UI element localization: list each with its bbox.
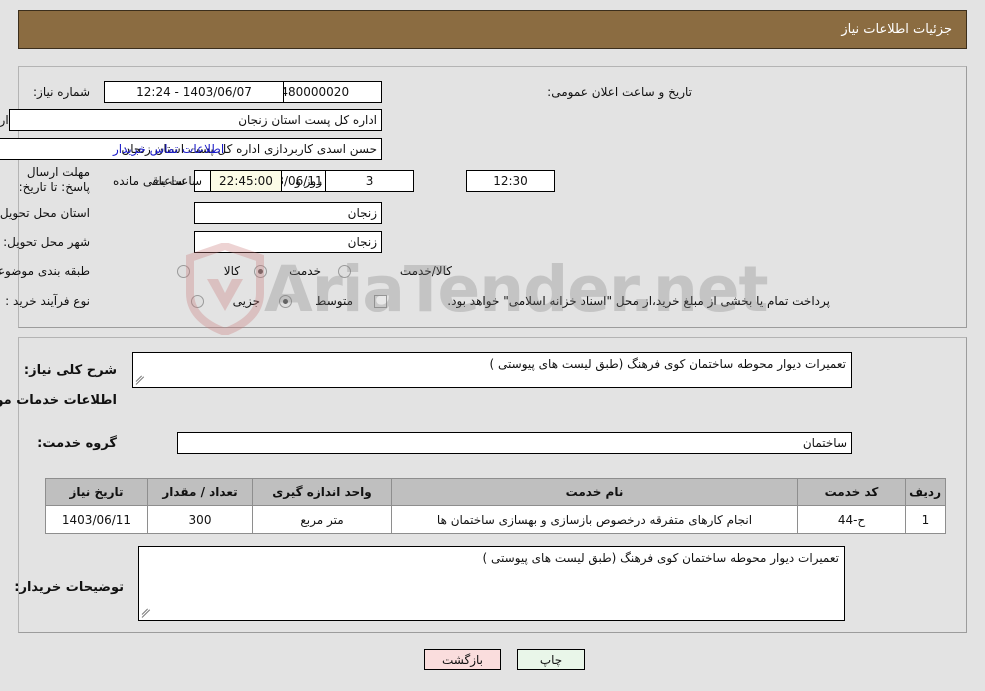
category-radio-kala-khedmat[interactable]: [338, 265, 351, 278]
resize-grip-icon[interactable]: [135, 375, 146, 385]
process-option-motavaset-label: متوسط: [315, 294, 353, 308]
process-radio-jozei[interactable]: [191, 295, 204, 308]
cell-unit: متر مربع: [252, 505, 392, 534]
col-service-name: نام خدمت: [391, 478, 798, 506]
services-section-title: اطلاعات خدمات مورد نیاز: [0, 393, 117, 408]
buyer-notes-label: توضیحات خریدار:: [14, 580, 124, 595]
cell-row-no: 1: [905, 505, 946, 534]
resize-grip-icon[interactable]: [141, 608, 152, 618]
remaining-time-field: 22:45:00: [210, 170, 282, 192]
process-radio-motavaset[interactable]: [279, 295, 292, 308]
col-row-no: ردیف: [905, 478, 946, 506]
category-label: طبقه بندی موضوعی:: [0, 264, 90, 278]
col-unit: واحد اندازه گیری: [252, 478, 392, 506]
col-need-date: تاریخ نیاز: [45, 478, 148, 506]
print-button[interactable]: چاپ: [517, 649, 585, 670]
summary-textarea[interactable]: تعمیرات دیوار محوطه ساختمان کوی فرهنگ (ط…: [132, 352, 852, 388]
category-option-khedmat-label: خدمت: [289, 264, 321, 278]
category-radio-kala[interactable]: [177, 265, 190, 278]
category-option-kala-label: کالا: [223, 264, 240, 278]
need-number-label: شماره نیاز:: [33, 85, 90, 99]
table-row: 1 ح-44 انجام کارهای متفرقه درخصوص بازساز…: [45, 505, 946, 534]
cell-quantity: 300: [147, 505, 253, 534]
category-option-kala-khedmat-label: کالا/خدمت: [399, 264, 452, 278]
col-service-code: کد خدمت: [797, 478, 906, 506]
cell-service-name: انجام کارهای متفرقه درخصوص بازسازی و بهس…: [391, 505, 798, 534]
col-quantity: تعداد / مقدار: [147, 478, 253, 506]
remaining-days-field[interactable]: 3: [325, 170, 414, 192]
deadline-label: مهلت ارسال پاسخ: تا تاریخ:: [18, 165, 90, 194]
summary-text: تعمیرات دیوار محوطه ساختمان کوی فرهنگ (ط…: [489, 357, 846, 371]
province-field[interactable]: زنجان: [194, 202, 382, 224]
remaining-time-label: ساعت باقی مانده: [113, 174, 203, 188]
page-title-bar: جزئیات اطلاعات نیاز: [18, 10, 967, 49]
province-label: استان محل تحویل:: [0, 206, 90, 220]
service-group-label: گروه خدمت:: [37, 436, 117, 451]
remaining-days-label: روز و: [295, 174, 322, 188]
city-label: شهر محل تحویل:: [3, 235, 90, 249]
city-field[interactable]: زنجان: [194, 231, 382, 253]
summary-label: شرح کلی نیاز:: [23, 363, 117, 378]
buyer-org-field[interactable]: اداره کل پست استان زنجان: [9, 109, 382, 131]
buyer-contact-link[interactable]: اطلاعات تماس خریدار: [113, 142, 224, 156]
islamic-treasury-checkbox[interactable]: [374, 295, 387, 308]
category-radio-khedmat[interactable]: [254, 265, 267, 278]
services-table: ردیف کد خدمت نام خدمت واحد اندازه گیری ت…: [45, 478, 946, 534]
announce-datetime-field[interactable]: 1403/06/07 - 12:24: [104, 81, 284, 103]
table-header-row: ردیف کد خدمت نام خدمت واحد اندازه گیری ت…: [45, 478, 946, 506]
buyer-notes-text: تعمیرات دیوار محوطه ساختمان کوی فرهنگ (ط…: [482, 551, 839, 565]
back-button[interactable]: بازگشت: [424, 649, 501, 670]
cell-need-date: 1403/06/11: [45, 505, 148, 534]
announce-datetime-label: تاریخ و ساعت اعلان عمومی:: [547, 85, 692, 99]
need-info-panel: [18, 66, 967, 328]
cell-service-code: ح-44: [797, 505, 906, 534]
service-group-field[interactable]: ساختمان: [177, 432, 852, 454]
process-label: نوع فرآیند خرید :: [5, 294, 90, 308]
buyer-notes-textarea[interactable]: تعمیرات دیوار محوطه ساختمان کوی فرهنگ (ط…: [138, 546, 845, 621]
deadline-hour-field[interactable]: 12:30: [466, 170, 555, 192]
process-option-jozei-label: جزیی: [232, 294, 260, 308]
page-title: جزئیات اطلاعات نیاز: [841, 22, 952, 37]
islamic-treasury-note: پرداخت تمام یا بخشی از مبلغ خرید،از محل …: [447, 294, 830, 308]
